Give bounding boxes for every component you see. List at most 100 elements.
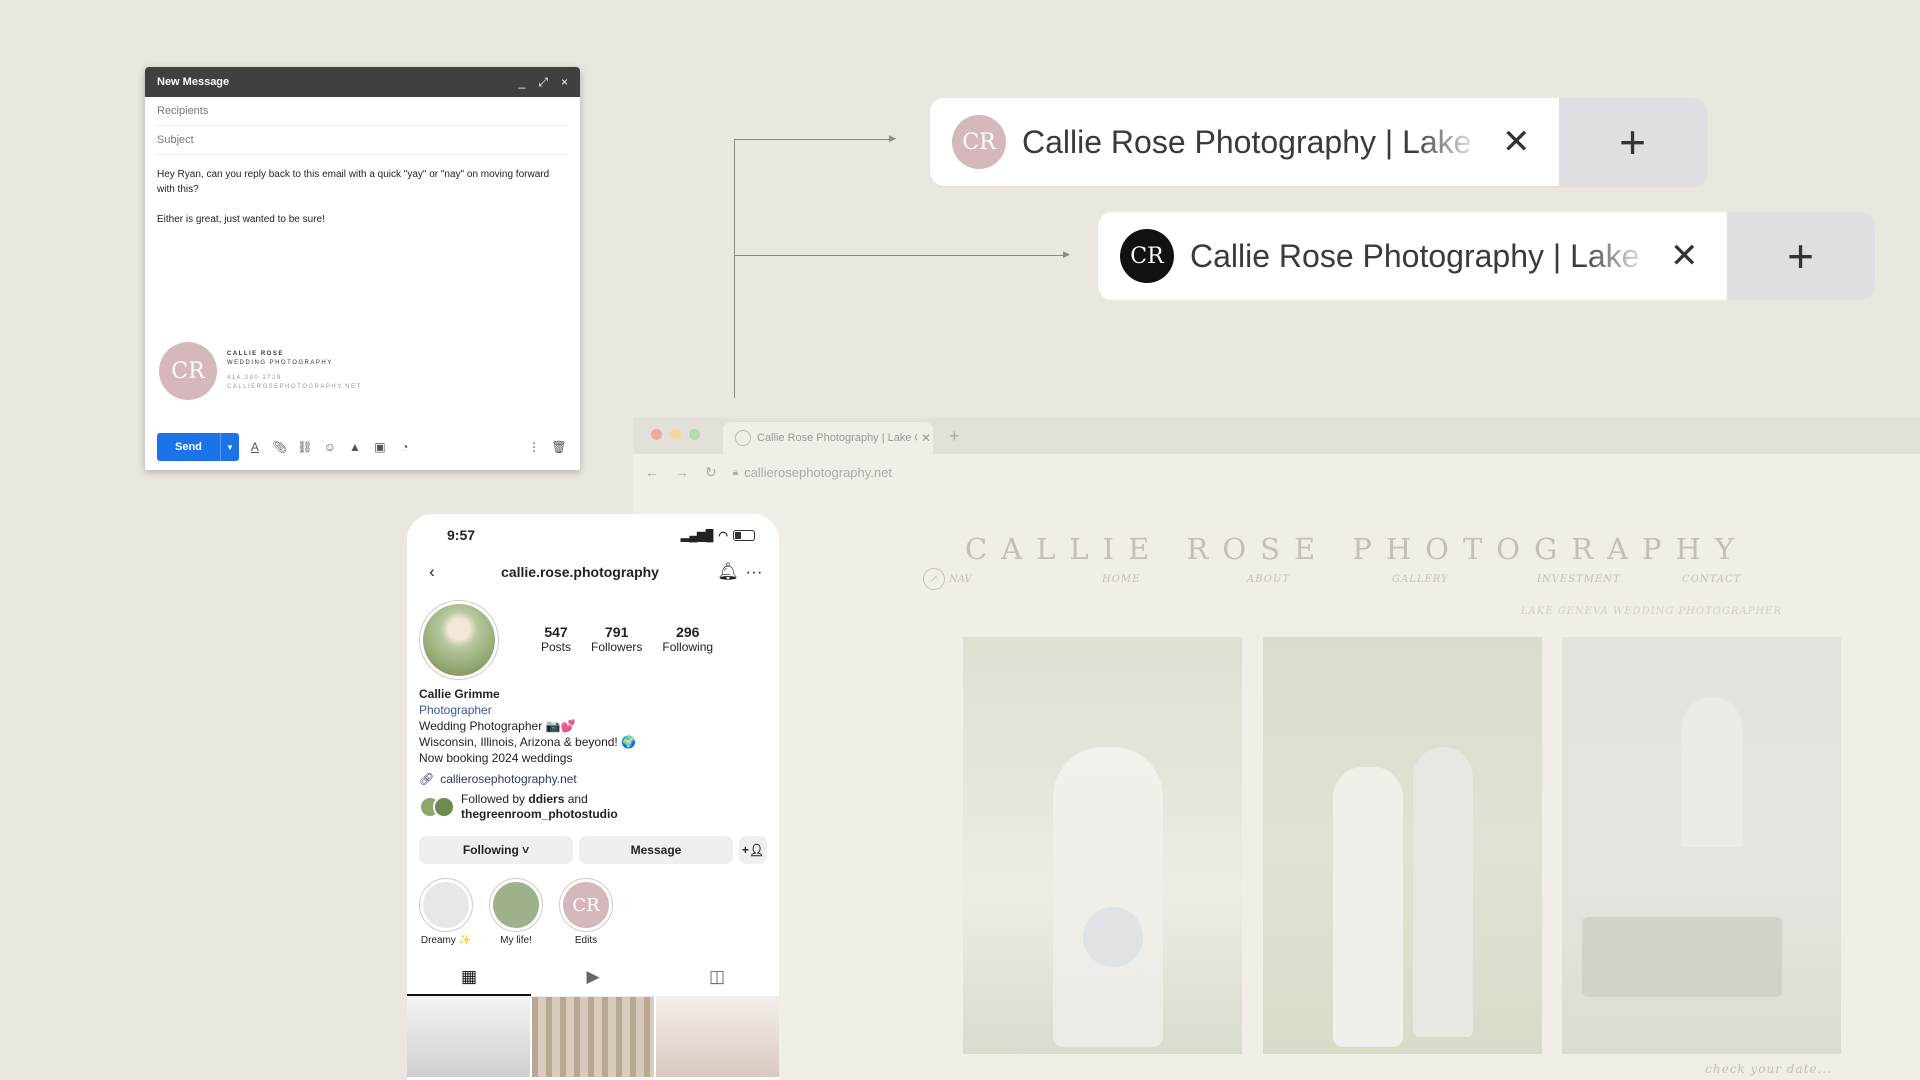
send-options-icon[interactable]: ▼	[219, 433, 239, 461]
send-button[interactable]: Send ▼	[157, 433, 239, 461]
new-tab-button[interactable]: +	[1558, 98, 1707, 186]
minimize-icon[interactable]: _	[519, 75, 526, 89]
status-time: 9:57	[447, 527, 476, 543]
posts-value: 547	[544, 624, 568, 640]
browser-tab[interactable]: CR Callie Rose Photography | Lake Geneva…	[1098, 212, 1727, 300]
email-body-line: Hey Ryan, can you reply back to this ema…	[157, 169, 550, 195]
signature-phone: 414.380.1729	[227, 375, 282, 381]
tab-title: Callie Rose Photography | Lake Geneva We…	[1190, 237, 1650, 274]
wifi-icon: ◠	[718, 529, 728, 542]
followed-by-prefix: Followed by	[461, 792, 526, 806]
compose-toolbar: Send ▼ A 📎︎ ⛓︎ ☺ ▲ ▣ ◔ ⋮ 🗑︎	[157, 432, 568, 462]
followers-count[interactable]: 791 Followers	[591, 625, 642, 655]
close-tab-icon[interactable]: ✕	[1502, 122, 1531, 162]
more-icon[interactable]: ···	[741, 562, 767, 582]
new-tab-button[interactable]: +	[949, 426, 960, 447]
posts-label: Posts	[541, 640, 572, 654]
highlight-dreamy[interactable]: Dreamy ✨	[419, 878, 473, 946]
bio-line: Now booking 2024 weddings	[419, 751, 573, 765]
browser-tab[interactable]: Callie Rose Photography | Lake Geneva ✕	[723, 422, 933, 454]
tagged-icon[interactable]: ◫	[655, 962, 779, 996]
status-bar: 9:57 ▂▄▆█ ◠	[407, 514, 779, 556]
arrow-head-icon: ▶	[1063, 249, 1070, 259]
message-button[interactable]: Message	[579, 836, 733, 864]
profile-category[interactable]: Photographer	[419, 702, 767, 718]
story-highlights: Dreamy ✨ My life! CR Edits	[407, 864, 779, 946]
window-controls	[651, 429, 708, 440]
profile-link[interactable]: 🔗︎ callierosephotography.net	[407, 766, 779, 786]
tab-title: Callie Rose Photography | Lake Geneva We…	[1022, 123, 1482, 160]
content-tabs: ▦ ▶︎ ◫	[407, 962, 779, 997]
send-label: Send	[175, 441, 202, 453]
profile-link-text: callierosephotography.net	[440, 772, 577, 786]
highlight-my-life[interactable]: My life!	[489, 878, 543, 946]
recipients-field[interactable]: Recipients	[157, 97, 568, 126]
nav-contact[interactable]: CONTACT	[1682, 574, 1827, 585]
forward-icon[interactable]: →	[675, 464, 689, 480]
following-button[interactable]: Following ˅	[419, 836, 573, 864]
nav-toggle[interactable]: ↗ NAV	[923, 568, 972, 590]
format-text-icon[interactable]: A	[246, 440, 264, 454]
highlight-edits[interactable]: CR Edits	[559, 878, 613, 946]
gallery-photo-carriage[interactable]	[1562, 637, 1841, 1054]
gallery-photo-couple[interactable]	[1263, 637, 1542, 1054]
compass-icon: ↗	[923, 568, 945, 590]
link-icon: 🔗︎	[419, 772, 435, 786]
reload-icon[interactable]: ↻	[705, 464, 717, 481]
drive-icon[interactable]: ▲	[346, 440, 364, 454]
close-tab-icon[interactable]: ✕	[1670, 236, 1699, 276]
email-body-line: Either is great, just wanted to be sure!	[157, 214, 325, 225]
nav-investment[interactable]: INVESTMENT	[1537, 574, 1682, 585]
close-window-icon[interactable]	[651, 429, 662, 440]
profile-stats: 547 Posts 791 Followers 296 Following	[407, 588, 779, 680]
posts-count[interactable]: 547 Posts	[541, 625, 571, 655]
site-title: CALLIE ROSE PHOTOGRAPHY	[965, 532, 1748, 566]
followed-by[interactable]: Followed by ddiers and thegreenroom_phot…	[407, 786, 779, 822]
back-icon[interactable]: ←	[645, 464, 659, 480]
emoji-icon[interactable]: ☺	[321, 440, 339, 454]
confidential-icon[interactable]: ◔	[396, 440, 414, 454]
post-thumbnail[interactable]	[656, 997, 779, 1077]
grid-icon[interactable]: ▦	[407, 962, 531, 996]
gallery-photo-bride[interactable]	[963, 637, 1242, 1054]
link-icon[interactable]: ⛓︎	[296, 440, 314, 454]
profile-handle: callie.rose.photography	[501, 564, 659, 580]
bell-icon[interactable]: 🔔︎	[715, 562, 741, 582]
address-bar: ← → ↻ 🔒︎ callierosephotography.net	[633, 454, 1920, 490]
email-signature: CR CALLIE ROSE WEDDING PHOTOGRAPHY 414.3…	[159, 342, 362, 400]
email-body[interactable]: Hey Ryan, can you reply back to this ema…	[157, 167, 568, 227]
trash-icon[interactable]: 🗑︎	[550, 440, 568, 454]
back-icon[interactable]: ‹	[419, 562, 445, 582]
zoom-window-icon[interactable]	[689, 429, 700, 440]
close-tab-icon[interactable]: ✕	[921, 431, 931, 445]
attach-icon[interactable]: 📎︎	[271, 440, 289, 454]
followers-value: 791	[605, 624, 629, 640]
nav-gallery[interactable]: GALLERY	[1392, 574, 1537, 585]
post-thumbnail[interactable]	[531, 997, 655, 1077]
nav-about[interactable]: ABOUT	[1247, 574, 1392, 585]
expand-icon[interactable]: ⤢	[538, 75, 548, 89]
more-options-icon[interactable]: ⋮	[525, 440, 543, 454]
add-user-icon[interactable]: +👤︎	[739, 836, 767, 864]
close-icon[interactable]: ×	[561, 75, 568, 89]
subject-field[interactable]: Subject	[157, 126, 568, 155]
browser-tab[interactable]: CR Callie Rose Photography | Lake Geneva…	[930, 98, 1559, 186]
connector-bottom	[734, 255, 1068, 256]
post-thumbnail[interactable]	[407, 997, 530, 1077]
check-date-link[interactable]: check your date...	[1705, 1062, 1832, 1076]
tab-title: Callie Rose Photography | Lake Geneva	[757, 432, 917, 444]
profile-bio: Callie Grimme Photographer Wedding Photo…	[407, 680, 779, 766]
following-count[interactable]: 296 Following	[662, 625, 713, 655]
minimize-window-icon[interactable]	[670, 429, 681, 440]
new-tab-button[interactable]: +	[1726, 212, 1875, 300]
connector-top	[734, 139, 894, 140]
nav-home[interactable]: HOME	[1102, 574, 1247, 585]
avatar[interactable]	[419, 600, 499, 680]
email-compose-window: New Message _ ⤢ × Recipients Subject Hey…	[145, 67, 580, 470]
url-input[interactable]: callierosephotography.net	[744, 465, 892, 480]
bio-line: Wedding Photographer 📷💕	[419, 719, 576, 733]
bio-line: Wisconsin, Illinois, Arizona & beyond! 🌍	[419, 735, 637, 749]
reels-icon[interactable]: ▶︎	[531, 962, 655, 996]
followed-by-and: and	[567, 792, 588, 806]
photo-icon[interactable]: ▣	[371, 440, 389, 454]
